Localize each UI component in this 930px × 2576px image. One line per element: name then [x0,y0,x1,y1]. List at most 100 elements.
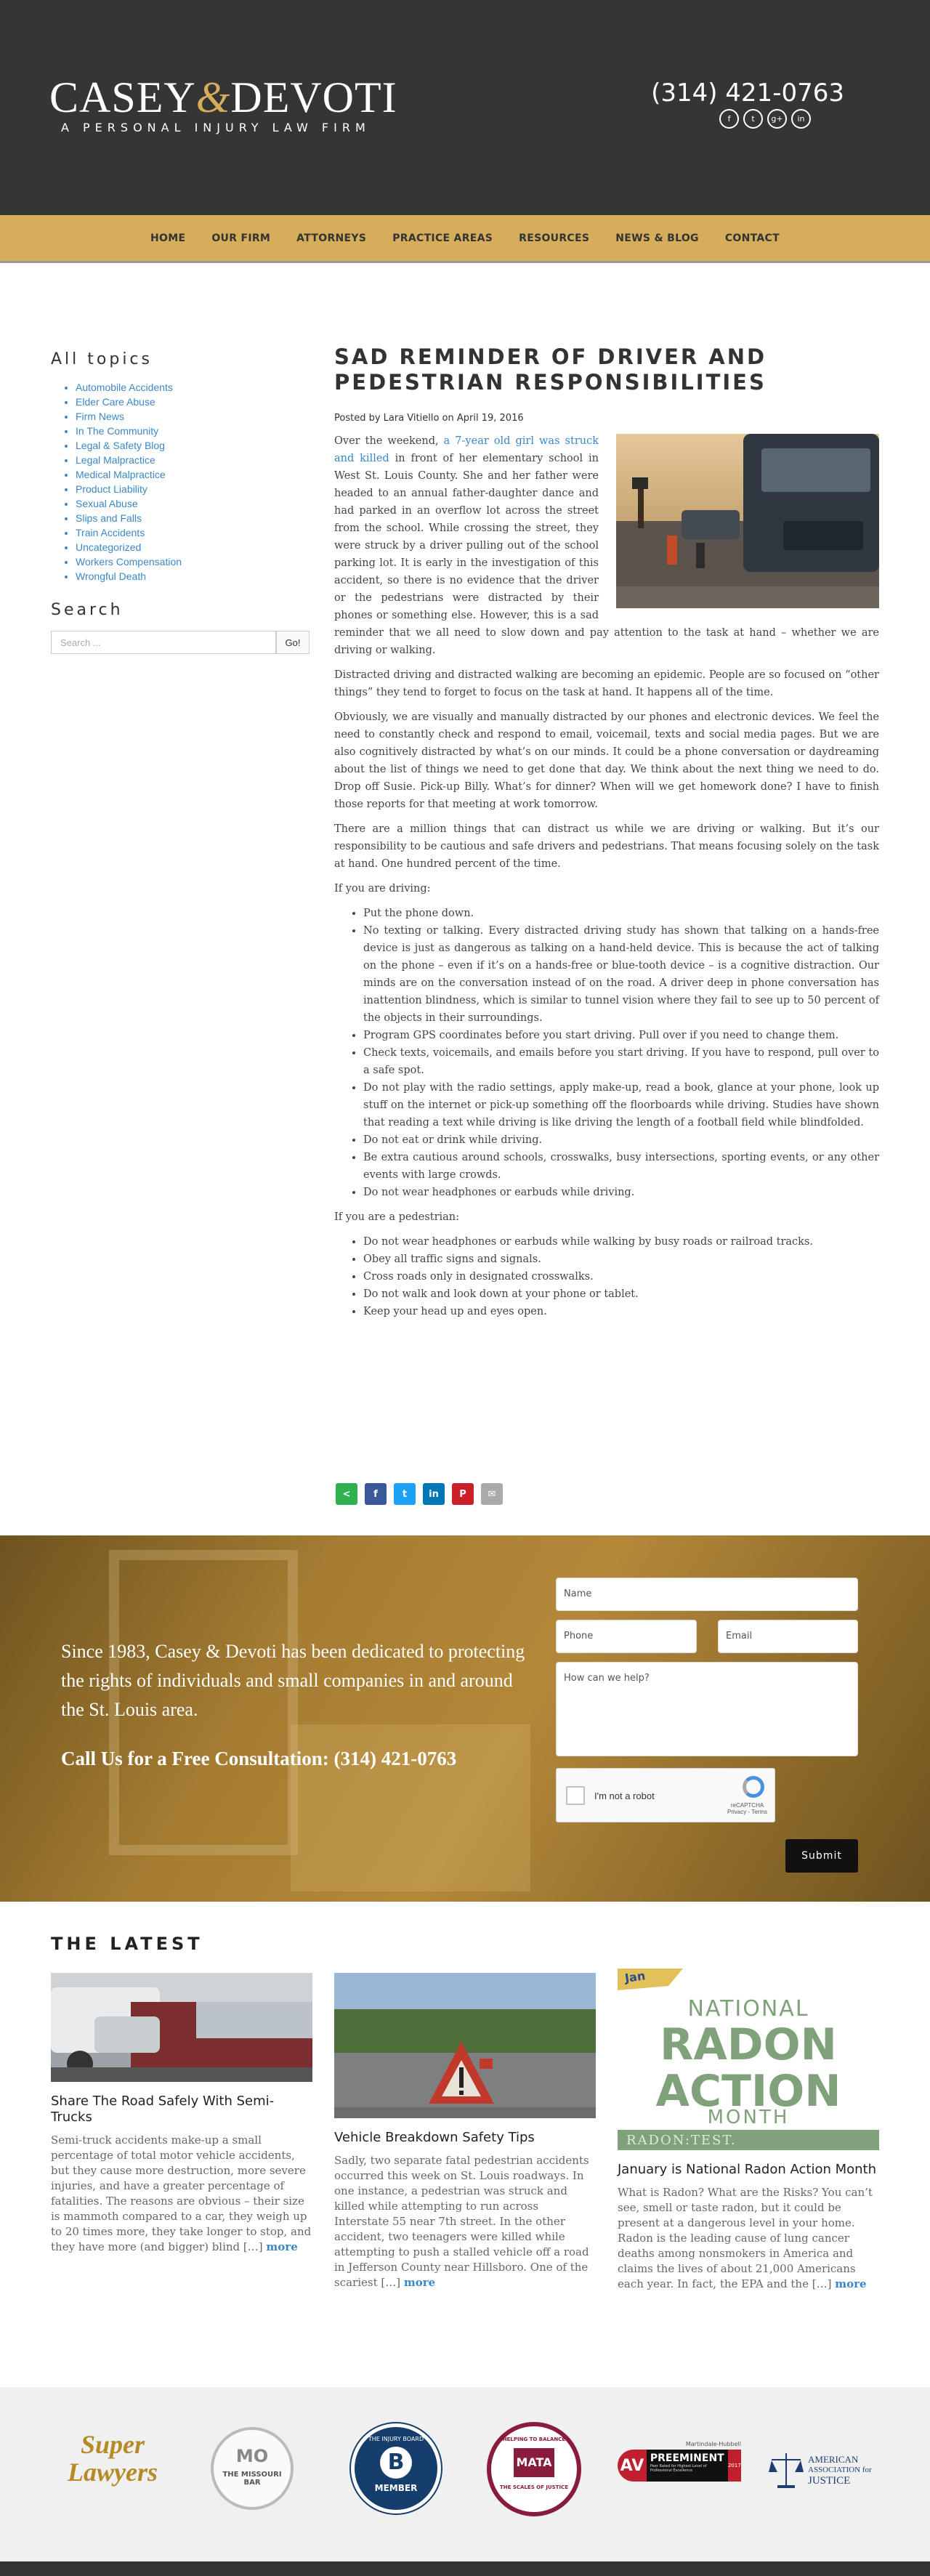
article-title: SAD REMINDER OF DRIVER AND PEDESTRIAN RE… [334,344,767,395]
post-image[interactable]: Jan NATIONAL RADON ACTION MONTH RADON:TE… [618,1969,879,2150]
topic-link[interactable]: Wrongful Death [76,570,146,582]
read-more-link[interactable]: more [835,2277,866,2290]
nav-home[interactable]: HOME [150,233,185,244]
pinterest-icon[interactable]: P [452,1483,474,1505]
twitter-icon[interactable]: t [394,1483,416,1505]
twitter-icon[interactable]: t [743,109,763,129]
missouri-bar-logo[interactable]: MO THE MISSOURI BAR [211,2427,294,2510]
topic-link[interactable]: Medical Malpractice [76,469,166,480]
topic-link[interactable]: Elder Care Abuse [76,396,155,408]
cta-text: Since 1983, Casey & Devoti has been dedi… [61,1641,525,1720]
super-lawyers-logo[interactable]: Super Lawyers [65,2431,160,2486]
submit-button[interactable]: Submit [785,1839,858,1873]
injury-board-logo[interactable]: THE INJURY BOARD B MEMBER [351,2423,441,2514]
topic-link[interactable]: In The Community [76,425,158,437]
topic-item: Sexual Abuse [76,496,312,511]
search-input[interactable]: Search ... [51,631,276,654]
post-excerpt: What is Radon? What are the Risks? You c… [618,2186,873,2290]
list-item: Be extra cautious around schools, crossw… [363,1149,879,1184]
topic-item: Train Accidents [76,525,312,540]
article: SAD REMINDER OF DRIVER AND PEDESTRIAN RE… [334,344,879,1328]
topic-item: Automobile Accidents [76,380,312,395]
cta-call[interactable]: Call Us for a Free Consultation: (314) 4… [61,1748,456,1770]
topic-link[interactable]: Uncategorized [76,541,141,553]
list-item: No texting or talking. Every distracted … [363,922,879,1027]
mata-logo[interactable]: HELPING TO BALANCE MATA THE SCALES OF JU… [487,2422,581,2516]
topic-link[interactable]: Train Accidents [76,527,145,538]
topic-link[interactable]: Legal & Safety Blog [76,440,165,451]
topic-item: In The Community [76,424,312,438]
consultation-section: Since 1983, Casey & Devoti has been dedi… [0,1535,930,1902]
list-item: Do not play with the radio settings, app… [363,1079,879,1131]
list-item: Obey all traffic signs and signals. [363,1251,879,1268]
post-card: Jan NATIONAL RADON ACTION MONTH RADON:TE… [618,1969,879,2292]
search-button[interactable]: Go! [276,631,310,654]
post-image[interactable] [51,1973,312,2082]
post-card: Vehicle Breakdown Safety Tips Sadly, two… [334,1973,596,2290]
post-image[interactable] [334,1973,596,2118]
post-title[interactable]: Share The Road Safely With Semi-Trucks [51,2093,312,2125]
affiliations-bar: Super Lawyers MO THE MISSOURI BAR THE IN… [0,2387,930,2561]
radon-banner: Jan [623,1969,647,1985]
latest-heading: THE LATEST [51,1934,203,1954]
nav-contact[interactable]: CONTACT [725,233,780,244]
share-icon[interactable]: < [336,1483,357,1505]
topic-link[interactable]: Workers Compensation [76,556,182,568]
list-item: Do not walk and look down at your phone … [363,1285,879,1303]
topic-item: Elder Care Abuse [76,395,312,409]
phone-field[interactable]: Phone [556,1620,697,1653]
latest-posts: THE LATEST Share The Road Safely With Se… [0,1902,930,2387]
radon-line4: MONTH [707,2107,790,2128]
post-title[interactable]: Vehicle Breakdown Safety Tips [334,2130,596,2146]
share-bar: < f t in P ✉ [336,1483,503,1505]
footer-bar [0,2561,930,2576]
name-field[interactable]: Name [556,1578,858,1611]
nav-practice-areas[interactable]: PRACTICE AREAS [392,233,493,244]
linkedin-icon[interactable]: in [423,1483,445,1505]
search-form: Search ... Go! [51,631,312,654]
topic-item: Slips and Falls [76,511,312,525]
google-plus-icon[interactable]: g+ [767,109,787,129]
topic-link[interactable]: Product Liability [76,483,147,495]
logo-name: CASEY&DEVOTI [49,73,397,121]
topic-link[interactable]: Legal Malpractice [76,454,155,466]
article-photo [616,434,879,608]
list-item: Put the phone down. [363,905,879,922]
martindale-av-logo[interactable]: Martindale-Hubbell AV PREEMINENT Peer Ra… [618,2441,741,2499]
read-more-link[interactable]: more [266,2240,297,2253]
topic-item: Wrongful Death [76,569,312,584]
topic-link[interactable]: Firm News [76,411,124,422]
read-more-link[interactable]: more [404,2276,435,2289]
main-nav: HOME OUR FIRM ATTORNEYS PRACTICE AREAS R… [0,215,930,263]
email-field[interactable]: Email [718,1620,858,1653]
topic-link[interactable]: Automobile Accidents [76,381,173,393]
email-icon[interactable]: ✉ [481,1483,503,1505]
topics-heading: All topics [51,350,153,368]
aaj-logo[interactable]: AMERICAN ASSOCIATION for JUSTICE [769,2447,878,2493]
linkedin-icon[interactable]: in [791,109,811,129]
facebook-icon[interactable]: f [365,1483,387,1505]
nav-our-firm[interactable]: OUR FIRM [211,233,270,244]
message-field[interactable]: How can we help? [556,1662,858,1756]
nav-attorneys[interactable]: ATTORNEYS [296,233,366,244]
list-item: Do not wear headphones or earbuds while … [363,1233,879,1251]
topic-link[interactable]: Sexual Abuse [76,498,138,509]
nav-resources[interactable]: RESOURCES [519,233,589,244]
driving-tips-list: Put the phone down. No texting or talkin… [334,905,879,1201]
topic-item: Medical Malpractice [76,467,312,482]
pedestrian-tips-list: Do not wear headphones or earbuds while … [334,1233,879,1320]
site-header: CASEY&DEVOTI A PERSONAL INJURY LAW FIRM … [0,0,930,215]
topic-link[interactable]: Slips and Falls [76,512,142,524]
recaptcha-brand: reCAPTCHA Privacy - Terms [727,1802,767,1815]
facebook-icon[interactable]: f [719,109,739,129]
site-logo[interactable]: CASEY&DEVOTI A PERSONAL INJURY LAW FIRM [49,74,397,134]
list-item: Do not eat or drink while driving. [363,1131,879,1149]
list-item: Keep your head up and eyes open. [363,1303,879,1320]
injury-board-icon: B [380,2447,412,2479]
nav-news-blog[interactable]: NEWS & BLOG [615,233,699,244]
post-title[interactable]: January is National Radon Action Month [618,2162,879,2178]
list-item: Cross roads only in designated crosswalk… [363,1268,879,1285]
header-phone[interactable]: (314) 421-0763 [651,78,844,108]
recaptcha-label: I'm not a robot [594,1790,655,1801]
recaptcha-checkbox[interactable] [566,1786,585,1805]
